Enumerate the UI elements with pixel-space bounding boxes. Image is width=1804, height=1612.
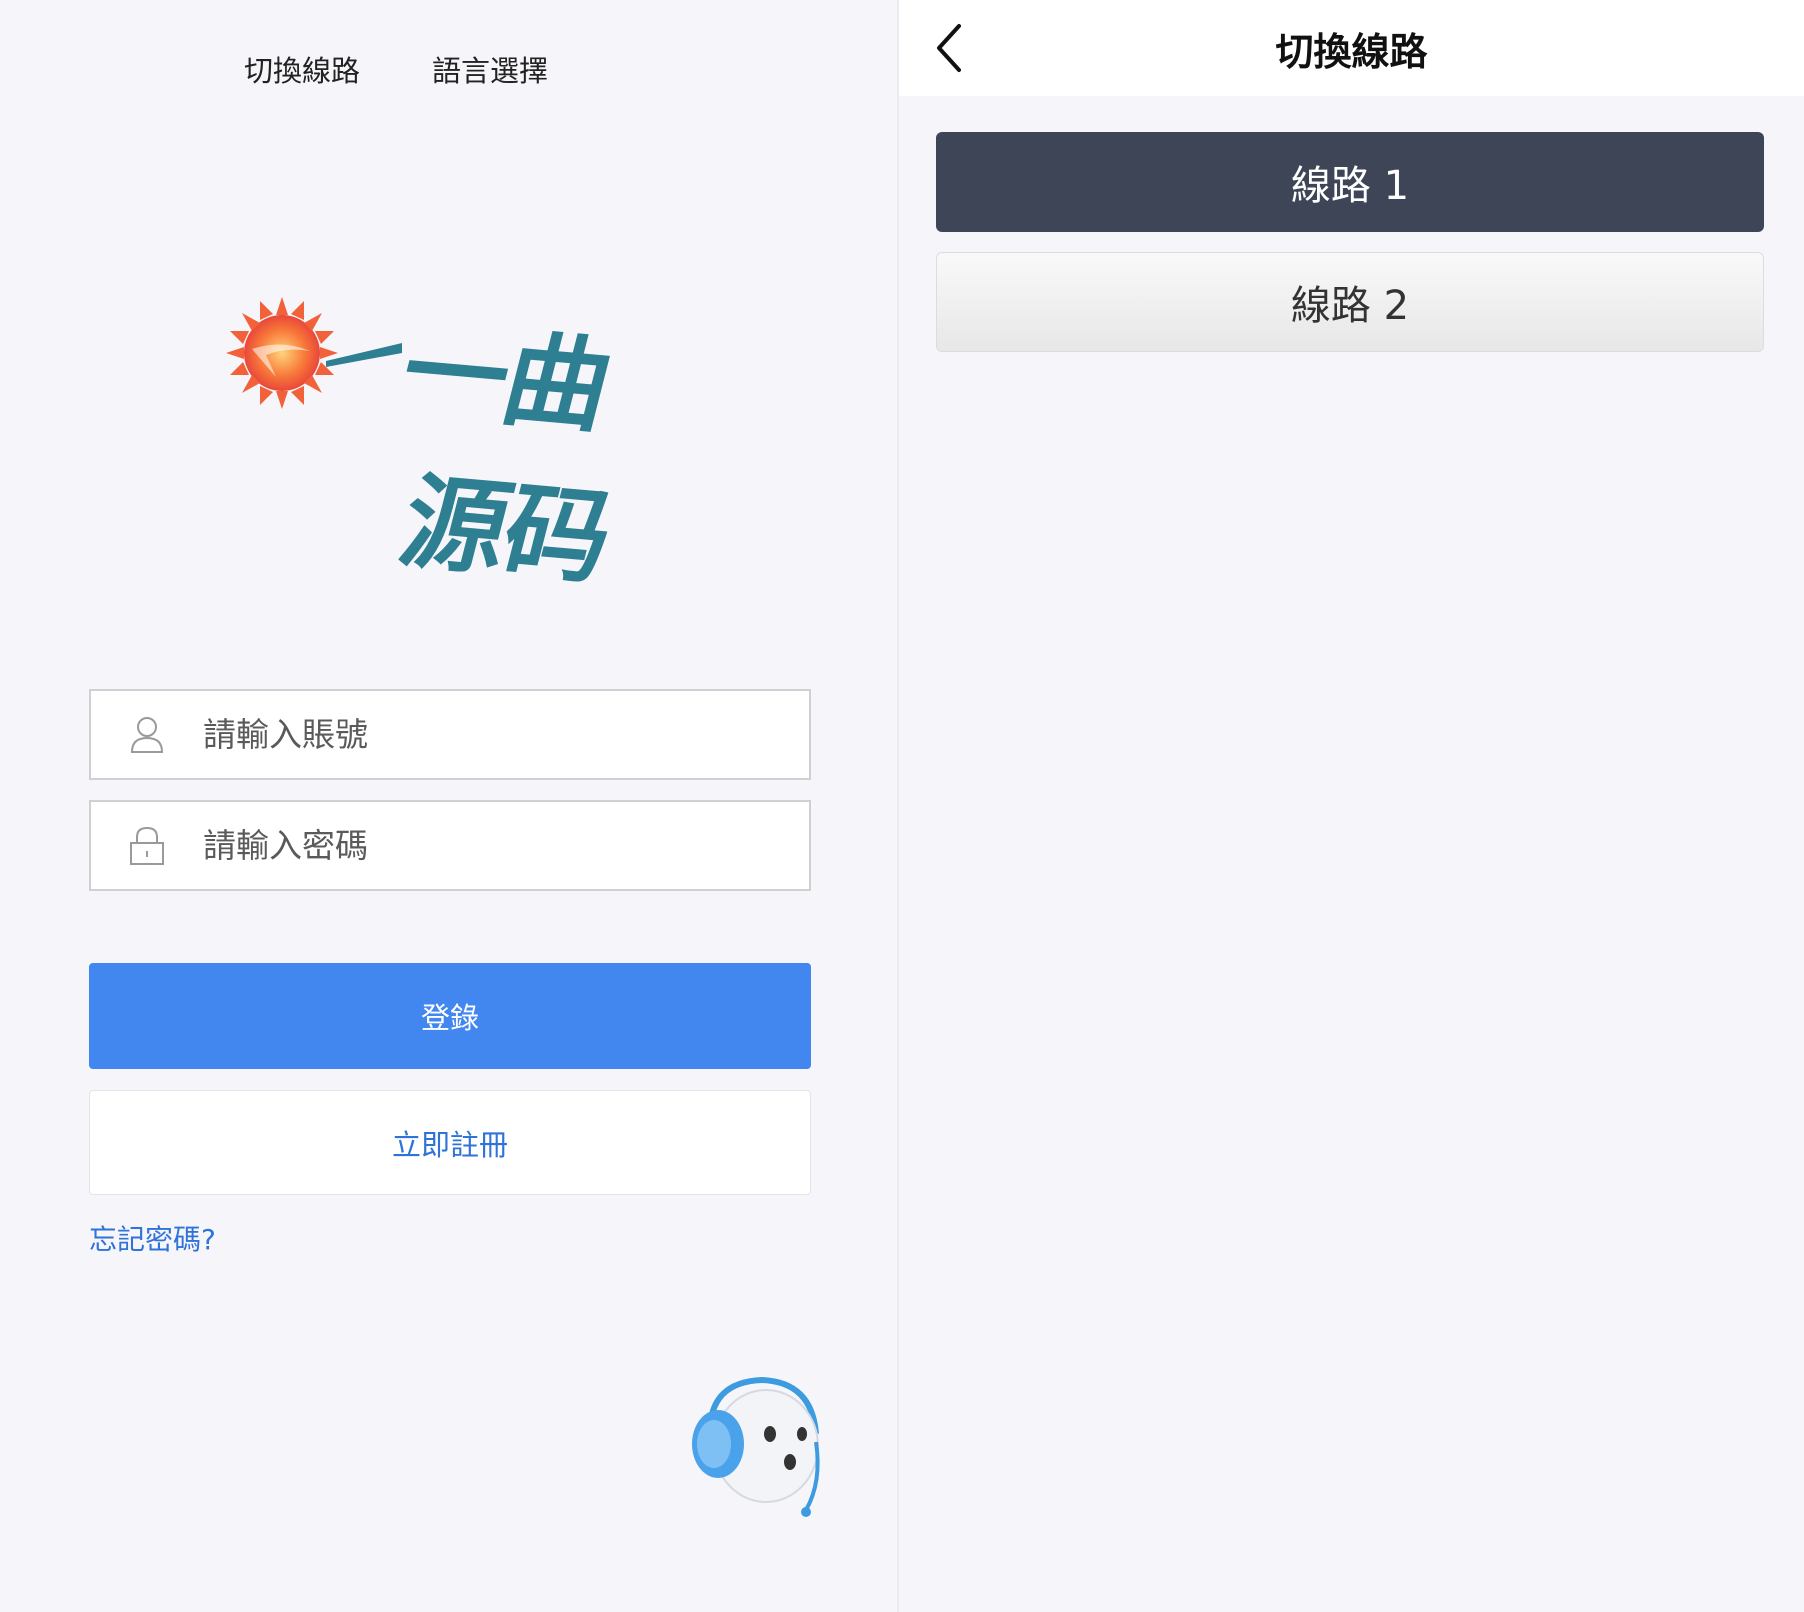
register-button[interactable]: 立即註冊 xyxy=(89,1090,811,1195)
password-input[interactable] xyxy=(203,826,763,865)
language-select-link[interactable]: 語言選擇 xyxy=(432,48,548,90)
login-pane: 切換線路 語言選擇 一曲源码 請輸入賬號 登錄 立即註冊 忘記密碼? xyxy=(0,0,897,1612)
back-button[interactable] xyxy=(927,18,977,78)
line-option-2[interactable]: 線路 2 xyxy=(936,252,1764,352)
customer-support-icon[interactable] xyxy=(680,1362,840,1522)
logo-dash xyxy=(326,343,402,367)
switch-line-link[interactable]: 切換線路 xyxy=(244,48,360,90)
nav-header: 切換線路 xyxy=(899,0,1804,96)
page-title: 切換線路 xyxy=(1275,29,1428,74)
sun-logo-icon xyxy=(226,297,338,409)
app-screen: 切換線路 語言選擇 一曲源码 請輸入賬號 登錄 立即註冊 忘記密碼? 切換線路 … xyxy=(0,0,1804,1612)
logo: 一曲源码 xyxy=(222,285,642,599)
user-icon xyxy=(91,691,203,778)
chevron-left-icon xyxy=(937,24,961,72)
line-option-1[interactable]: 線路 1 xyxy=(936,132,1764,232)
top-links: 切換線路 語言選擇 xyxy=(0,48,897,90)
lock-icon xyxy=(91,802,203,889)
password-field[interactable] xyxy=(89,800,811,891)
forgot-password-link[interactable]: 忘記密碼? xyxy=(89,1218,216,1258)
login-button[interactable]: 登錄 xyxy=(89,963,811,1069)
switch-line-pane: 切換線路 線路 1 線路 2 xyxy=(899,0,1804,1612)
account-field[interactable] xyxy=(89,689,811,780)
account-input[interactable] xyxy=(203,715,763,754)
logo-text: 一曲源码 xyxy=(395,308,600,600)
